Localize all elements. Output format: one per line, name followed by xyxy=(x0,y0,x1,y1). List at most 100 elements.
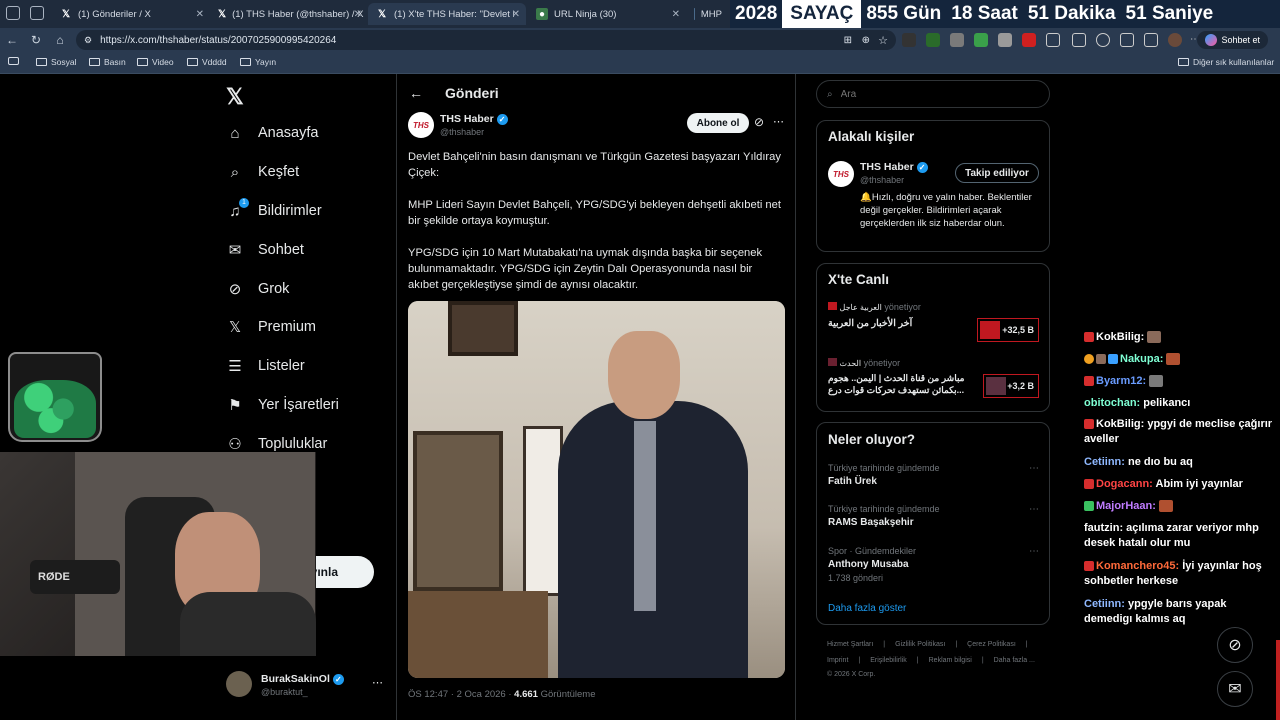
live-count: +3,2 B xyxy=(983,374,1039,398)
split-view-icon[interactable] xyxy=(1072,33,1086,47)
browser-essentials-icon[interactable] xyxy=(1144,33,1158,47)
counter-hours: 18 Saat xyxy=(951,3,1018,24)
nav-item-bookmarks[interactable]: ⚑ Yer İşaretleri xyxy=(226,396,339,414)
trend-item[interactable]: Türkiye tarihinde gündemde RAMS Başakşeh… xyxy=(828,504,1040,528)
favorites-icon[interactable] xyxy=(1096,33,1110,47)
copilot-chat-button[interactable]: Sohbet et xyxy=(1197,31,1268,49)
bookmark-star-icon[interactable]: ☆ xyxy=(878,34,888,47)
avatar[interactable] xyxy=(226,671,252,697)
more-icon[interactable]: ⋯ xyxy=(1029,463,1039,474)
tab-groups-icon[interactable] xyxy=(30,6,44,20)
footer-link[interactable]: Imprint xyxy=(827,657,848,664)
related-avatar[interactable]: THS xyxy=(828,161,854,187)
author-avatar[interactable]: THS xyxy=(408,112,434,138)
nav-item-communities[interactable]: ⚇ Topluluklar xyxy=(226,435,327,453)
nav-item-grok[interactable]: ⊘ Grok xyxy=(226,280,290,298)
back-arrow-icon[interactable]: ← xyxy=(409,85,423,101)
live-item[interactable]: الحدث yönetiyor مباشر من قناة الحدث | ال… xyxy=(828,358,1040,408)
bookmark-folder[interactable]: Video xyxy=(137,57,174,67)
home-icon[interactable]: ⌂ xyxy=(48,33,72,47)
more-icon[interactable]: ⋯ xyxy=(773,115,784,128)
close-icon[interactable]: ✕ xyxy=(354,9,362,20)
footer-link[interactable]: Çerez Politikası xyxy=(967,641,1016,648)
nav-item-chat[interactable]: ✉ Sohbet xyxy=(226,241,304,259)
tab-actions-icon[interactable] xyxy=(6,6,20,20)
url-bar[interactable]: ⚙ https://x.com/thshaber/status/20070259… xyxy=(76,30,896,50)
person-face xyxy=(608,331,680,419)
tab-label: (1) X'te THS Haber: "Devlet Bahçeli xyxy=(394,8,514,20)
chat-username: fautzin: xyxy=(1084,522,1124,534)
bookmark-folder[interactable]: Yayın xyxy=(240,57,276,67)
site-info-icon[interactable]: ⚙ xyxy=(84,35,92,46)
trend-item[interactable]: Spor · Gündemdekiler Anthony Musaba 1.73… xyxy=(828,546,1040,583)
subscribe-button[interactable]: Abone ol xyxy=(687,113,749,133)
profile-avatar[interactable] xyxy=(1168,33,1182,47)
reading-list-icon[interactable] xyxy=(8,57,19,65)
back-icon[interactable]: ← xyxy=(0,33,24,47)
browser-tab[interactable]: MHP xyxy=(686,3,730,25)
home-icon: ⌂ xyxy=(230,124,240,142)
browser-tab[interactable]: 𝕏 (1) THS Haber (@thshaber) / X ✕ xyxy=(210,3,368,25)
zoom-icon[interactable]: ⊕ xyxy=(862,35,870,46)
search-box[interactable]: ⌕ xyxy=(816,80,1050,108)
other-bookmarks[interactable]: Diğer sık kullanılanlar xyxy=(1178,57,1274,67)
extensions-puzzle-icon[interactable] xyxy=(1046,33,1060,47)
x-logo-icon[interactable]: 𝕏 xyxy=(226,84,244,110)
grok-icon[interactable]: ⊘ xyxy=(754,115,764,129)
nav-item-lists[interactable]: ☰ Listeler xyxy=(226,357,304,375)
nav-item-home[interactable]: ⌂ Anasayfa xyxy=(226,124,318,142)
footer-link[interactable]: Reklam bilgisi xyxy=(929,657,972,664)
nav-item-premium[interactable]: 𝕏 Premium xyxy=(226,318,316,336)
webcam-overlay: RØDE xyxy=(0,452,316,656)
live-item[interactable]: العربية عاجل yönetiyor آخر الأخبار من ال… xyxy=(828,302,1040,352)
extension-icon[interactable] xyxy=(998,33,1012,47)
app-icon[interactable]: ⊞ xyxy=(844,35,852,46)
bookmark-label: Yayın xyxy=(255,57,277,67)
close-icon[interactable]: ✕ xyxy=(196,9,204,20)
account-name-text: BurakSakinOl xyxy=(261,673,330,685)
footer-link[interactable]: Hizmet Şartları xyxy=(827,641,873,648)
trend-name: RAMS Başakşehir xyxy=(828,517,914,528)
folder-icon xyxy=(1178,58,1189,66)
extension-icon[interactable] xyxy=(926,33,940,47)
show-more-link[interactable]: Daha fazla göster xyxy=(828,603,906,614)
extension-icon[interactable] xyxy=(950,33,964,47)
nav-item-notifications[interactable]: ♫ 1 Bildirimler xyxy=(226,198,322,220)
more-icon[interactable]: ⋯ xyxy=(372,676,383,689)
post-timestamp[interactable]: ÖS 12:47 · 2 Oca 2026 · xyxy=(408,689,512,700)
counter-label: SAYAÇ xyxy=(782,0,862,28)
reload-icon[interactable]: ↻ xyxy=(24,33,48,47)
author-name[interactable]: THS Haber ✓ xyxy=(440,113,508,125)
right-sidebar: ⌕ Alakalı kişiler THS THS Haber ✓ @thsha… xyxy=(796,74,1066,720)
more-icon[interactable]: ⋯ xyxy=(1029,504,1039,515)
extension-icon[interactable] xyxy=(902,33,916,47)
related-name[interactable]: THS Haber ✓ xyxy=(860,161,928,173)
bookmark-folder[interactable]: Vdddd xyxy=(187,57,227,67)
extension-icon[interactable] xyxy=(974,33,988,47)
nav-item-label: Topluluklar xyxy=(258,436,328,452)
close-icon[interactable]: ✕ xyxy=(672,9,680,20)
trend-item[interactable]: Türkiye tarihinde gündemde Fatih Ürek xyxy=(828,463,1040,487)
browser-tab[interactable]: 𝕏 (1) Gönderiler / X ✕ xyxy=(52,3,210,25)
footer-link[interactable]: Erişilebilirlik xyxy=(870,657,907,664)
footer-link[interactable]: Gizlilik Politikası xyxy=(895,641,945,648)
footer-link[interactable]: Daha fazla ... xyxy=(994,657,1035,664)
bookmark-folder[interactable]: Basın xyxy=(89,57,126,67)
following-button[interactable]: Takip ediliyor xyxy=(955,163,1039,183)
close-icon[interactable]: ✕ xyxy=(512,9,520,20)
more-icon[interactable]: ⋯ xyxy=(1029,546,1039,557)
browser-tab[interactable]: ● URL Ninja (30) ✕ xyxy=(528,3,686,25)
extension-icon[interactable] xyxy=(1022,33,1036,47)
post-image[interactable] xyxy=(408,301,785,678)
account-name[interactable]: BurakSakinOl ✓ xyxy=(261,673,344,685)
search-input[interactable] xyxy=(840,88,1021,100)
messages-float-button[interactable]: ✉ xyxy=(1217,671,1253,707)
bookmark-folder[interactable]: Sosyal xyxy=(36,57,77,67)
chat-badge-icon xyxy=(1084,479,1094,490)
page-icon xyxy=(694,8,695,20)
grok-float-button[interactable]: ⊘ xyxy=(1217,627,1253,663)
live-thumb xyxy=(986,377,1006,395)
nav-item-explore[interactable]: ⌕ Keşfet xyxy=(226,163,299,181)
collections-icon[interactable] xyxy=(1120,33,1134,47)
browser-tab-active[interactable]: 𝕏 (1) X'te THS Haber: "Devlet Bahçeli ✕ xyxy=(368,3,526,25)
